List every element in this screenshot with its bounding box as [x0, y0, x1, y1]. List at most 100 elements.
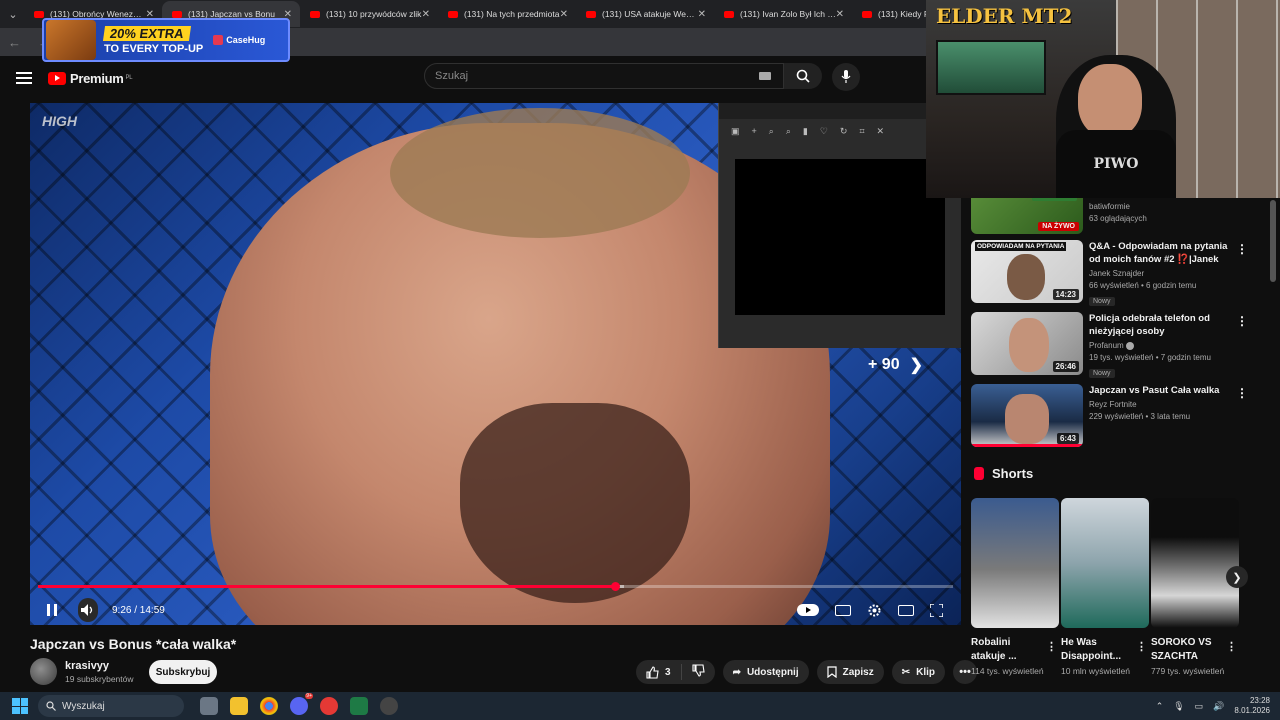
short-item[interactable]: He Was Disappoint... 10 mln wyświetleń ⋮	[1061, 498, 1149, 676]
tab-title: (131) Na tych przedmiota	[464, 9, 560, 19]
video-thumbnail[interactable]: 6:43	[971, 384, 1083, 447]
close-icon[interactable]: ✕	[698, 9, 706, 20]
short-title[interactable]: He Was Disappoint...	[1061, 636, 1127, 664]
shorts-next-chevron-icon[interactable]: ❯	[1226, 566, 1248, 588]
app-icon[interactable]	[320, 697, 338, 715]
taskbar-search[interactable]: Wyszukaj	[38, 695, 184, 717]
kebab-menu-icon[interactable]: ⋮	[1226, 640, 1237, 653]
video-thumbnail[interactable]: 26:46	[971, 312, 1083, 375]
kebab-menu-icon[interactable]: ⋮	[1136, 640, 1147, 653]
video-title[interactable]: Policja odebrała telefon od nieżyjącej o…	[1089, 312, 1234, 338]
video-player[interactable]: HIGH ▣ + ⌕ ⌕ ▮ ♡ ↻ ⌗ ✕ + 90 ❯ 9:26 / 14:…	[30, 103, 961, 625]
chevron-up-icon[interactable]: ⌃	[1156, 701, 1164, 712]
plus-icon[interactable]: +	[752, 126, 757, 136]
close-icon[interactable]: ✕	[560, 9, 568, 20]
close-icon[interactable]: ✕	[836, 9, 844, 20]
tab-3[interactable]: (131) 10 przywódców zlik ✕	[300, 1, 438, 27]
new-badge: Nowy	[1089, 369, 1115, 378]
share-button[interactable]: ➦ Udostępnij	[722, 660, 809, 684]
channel-info[interactable]: krasivyy 19 subskrybentów	[30, 658, 134, 685]
save-button[interactable]: Zapisz	[816, 660, 884, 684]
youtube-premium-logo[interactable]: Premium PL	[48, 71, 133, 86]
discord-icon[interactable]: 9+	[290, 693, 313, 715]
recommended-video[interactable]: 26:46 Policja odebrała telefon od nieżyj…	[971, 312, 1251, 380]
like-button[interactable]: 3	[636, 664, 682, 680]
brand-logo-icon	[213, 35, 224, 45]
streamer-webcam: PIWO ELDER MT2	[926, 0, 1280, 198]
subtitles-icon[interactable]	[835, 604, 851, 616]
recommended-video[interactable]: 6:43 Japczan vs Pasut Cała walka Reyz Fo…	[971, 384, 1251, 452]
file-explorer-icon[interactable]	[230, 697, 248, 715]
heart-icon[interactable]: ♡	[820, 126, 828, 137]
webcam-shirt: PIWO	[1056, 130, 1176, 198]
pause-button[interactable]	[44, 598, 60, 622]
network-icon[interactable]: ▭	[1195, 701, 1204, 712]
short-thumbnail[interactable]	[1151, 498, 1239, 628]
channel-name[interactable]: krasivyy	[65, 660, 134, 672]
clip-button[interactable]: ✂ Klip	[891, 660, 946, 684]
channel-name: Profanum	[1089, 341, 1124, 350]
chrome-icon[interactable]	[260, 697, 278, 715]
video-title[interactable]: Japczan vs Pasut Cała walka	[1089, 384, 1234, 397]
share-arrow-icon: ➦	[732, 666, 741, 678]
channel-avatar[interactable]	[30, 658, 57, 685]
zoom-icon[interactable]: ⌕	[769, 126, 774, 137]
close-icon[interactable]: ✕	[877, 126, 885, 137]
miniplayer-icon[interactable]	[898, 604, 914, 616]
hamburger-menu-icon[interactable]	[16, 72, 32, 84]
tab-6[interactable]: (131) Ivan Zolo Był Ich ZA ✕	[714, 1, 852, 27]
obs-icon[interactable]	[380, 697, 398, 715]
video-channel[interactable]: Profanum	[1089, 341, 1234, 350]
short-thumbnail[interactable]	[971, 498, 1059, 628]
close-icon[interactable]: ✕	[422, 9, 430, 20]
recommended-video[interactable]: batiwformie NA ŻYWO batiwformie 63 ogląd…	[971, 198, 1251, 236]
excel-icon[interactable]	[350, 697, 368, 715]
speaker-icon[interactable]: 🔊	[1213, 701, 1224, 712]
short-item[interactable]: SOROKO VS SZACHTA 779 tys. wyświetleń ⋮	[1151, 498, 1239, 676]
autoplay-toggle[interactable]	[797, 604, 819, 616]
recommended-video[interactable]: ODPOWIADAM NA PYTANIA 14:23 Q&A - Odpowi…	[971, 240, 1251, 308]
windows-start-icon[interactable]	[12, 698, 28, 714]
microphone-icon[interactable]: 🎙	[1173, 701, 1184, 712]
video-title[interactable]: Q&A - Odpowiadam na pytania od moich fan…	[1089, 240, 1234, 266]
save-icon[interactable]: ▣	[731, 126, 740, 137]
tab-5[interactable]: (131) USA atakuje Wenez ✕	[576, 1, 714, 27]
search-input[interactable]: Szukaj	[424, 63, 784, 89]
keyboard-icon[interactable]	[759, 72, 771, 80]
rotate-icon[interactable]: ↻	[840, 126, 848, 137]
crop-icon[interactable]: ⌗	[859, 126, 864, 137]
back-arrow-icon[interactable]: ←	[8, 35, 30, 50]
subscribe-button[interactable]: Subskrybuj	[149, 660, 217, 684]
like-count: 3	[665, 666, 671, 678]
video-channel[interactable]: Reyz Fortnite	[1089, 400, 1234, 409]
volume-button[interactable]	[78, 598, 98, 622]
progress-bar[interactable]	[38, 582, 953, 591]
video-views: 63 oglądających	[1089, 214, 1147, 223]
video-channel[interactable]: Janek Sznajder	[1089, 269, 1234, 278]
search-button[interactable]	[784, 63, 822, 89]
fullscreen-icon[interactable]	[930, 603, 943, 617]
clock[interactable]: 23:28 8.01.2026	[1234, 696, 1270, 716]
short-title[interactable]: Robalini atakuje ...	[971, 636, 1037, 664]
trash-icon[interactable]: ▮	[803, 126, 808, 137]
tab-4[interactable]: (131) Na tych przedmiota ✕	[438, 1, 576, 27]
kebab-menu-icon[interactable]: ⋮	[1046, 640, 1057, 653]
zoom-out-icon[interactable]: ⌕	[786, 126, 791, 137]
short-title[interactable]: SOROKO VS SZACHTA	[1151, 636, 1217, 664]
skip-forward-control[interactable]: + 90 ❯	[868, 355, 923, 375]
dislike-button[interactable]	[682, 664, 715, 680]
settings-gear-icon[interactable]	[867, 603, 882, 618]
video-views: 66 wyświetleń • 6 godzin temu	[1089, 281, 1197, 290]
kebab-menu-icon[interactable]: ⋮	[1236, 242, 1248, 256]
tab-search-chevron-icon[interactable]: ⌄	[2, 3, 24, 25]
short-thumbnail[interactable]	[1061, 498, 1149, 628]
short-item[interactable]: Robalini atakuje ... 114 tys. wyświetleń…	[971, 498, 1059, 676]
video-thumbnail[interactable]: batiwformie NA ŻYWO	[971, 198, 1083, 234]
image-viewer-overlay-window[interactable]: ▣ + ⌕ ⌕ ▮ ♡ ↻ ⌗ ✕	[718, 103, 961, 348]
kebab-menu-icon[interactable]: ⋮	[1236, 314, 1248, 328]
voice-search-button[interactable]	[832, 63, 860, 91]
page-scrollbar[interactable]	[1270, 200, 1276, 282]
kebab-menu-icon[interactable]: ⋮	[1236, 386, 1248, 400]
video-thumbnail[interactable]: ODPOWIADAM NA PYTANIA 14:23	[971, 240, 1083, 303]
task-view-icon[interactable]	[200, 697, 218, 715]
